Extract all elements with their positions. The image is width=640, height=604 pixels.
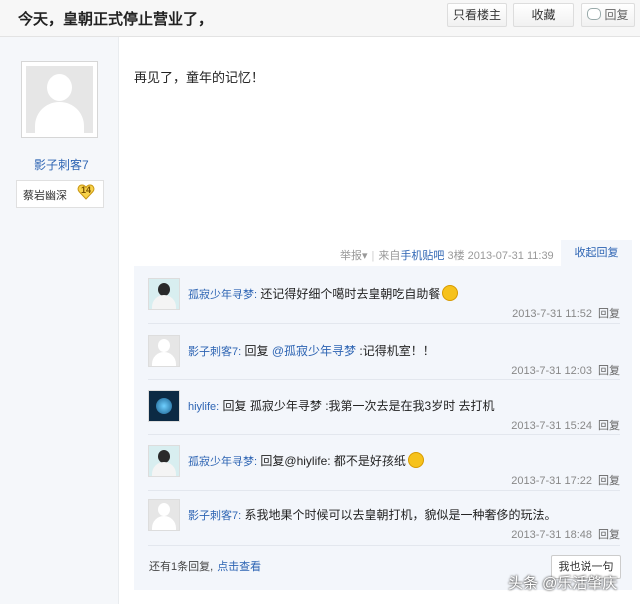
user-avatar[interactable]: [148, 335, 180, 367]
reply-author[interactable]: 影子刺客7:: [188, 346, 241, 358]
reply-button-label: 回复: [604, 8, 629, 22]
more-replies-text: 还有1条回复,: [149, 561, 214, 573]
reply-link[interactable]: 回复: [598, 420, 620, 432]
reply-text: 孤寂少年寻梦: 还记得好细个噶时去皇朝吃自助餐: [188, 285, 459, 302]
badge-level: 14: [80, 185, 91, 195]
reply-link[interactable]: 回复: [598, 475, 620, 487]
reply-body: :记得机室！！: [359, 344, 435, 358]
reply-body: 回复 孤寂少年寻梦 :我第一次去是在我3岁时 去打机: [222, 399, 495, 413]
list-item: 孤寂少年寻梦: 回复@hiylife: 都不是好孩纸 2013-7-31 17:…: [134, 433, 632, 487]
reply-prefix: 回复: [244, 344, 272, 358]
emoji-icon: [442, 285, 459, 301]
reply-meta: 2013-7-31 11:52 回复: [512, 305, 620, 321]
reply-author[interactable]: 影子刺客7:: [188, 510, 241, 522]
reply-meta: 2013-7-31 15:24 回复: [511, 417, 620, 433]
reply-time: 2013-7-31 12:03: [511, 365, 592, 377]
post-content: 再见了，童年的记忆！: [134, 70, 265, 85]
fold-replies-button[interactable]: 收起回复: [561, 240, 632, 266]
user-avatar[interactable]: [148, 390, 180, 422]
dropdown-icon[interactable]: ▾: [362, 250, 368, 262]
author-avatar[interactable]: [21, 61, 98, 138]
reply-body: 还记得好细个噶时去皇朝吃自助餐: [260, 287, 441, 301]
watermark: 头条 @乐活肇庆: [508, 575, 618, 592]
thread-header: 今天，皇朝正式停止营业了， 只看楼主 收藏 回复: [0, 0, 640, 37]
reply-link[interactable]: 回复: [598, 308, 620, 320]
list-item: 孤寂少年寻梦: 还记得好细个噶时去皇朝吃自助餐 2013-7-31 11:52 回…: [134, 266, 632, 320]
reply-author[interactable]: 孤寂少年寻梦:: [188, 456, 257, 468]
post-time: 2013-07-31 11:39: [467, 250, 554, 262]
reply-text: 影子刺客7: 系我地果个时候可以去皇朝打机，貌似是一种奢侈的玩法。: [188, 506, 557, 523]
reply-text: 影子刺客7: 回复 @孤寂少年寻梦 :记得机室！！: [188, 342, 435, 359]
source-link[interactable]: 手机贴吧: [400, 250, 444, 262]
reply-time: 2013-7-31 17:22: [511, 475, 592, 487]
view-more-link[interactable]: 点击查看: [217, 561, 261, 573]
favorite-button[interactable]: 收藏: [513, 3, 574, 27]
author-name[interactable]: 影子刺客7: [34, 156, 89, 173]
speech-bubble-icon: [587, 8, 602, 20]
reply-link[interactable]: 回复: [598, 529, 620, 541]
default-avatar-icon: [26, 66, 93, 133]
more-replies: 还有1条回复, 点击查看: [149, 558, 261, 574]
list-item: hiylife: 回复 孤寂少年寻梦 :我第一次去是在我3岁时 去打机 2013…: [134, 378, 632, 432]
user-avatar[interactable]: [148, 499, 180, 531]
divider: [148, 545, 620, 546]
user-avatar[interactable]: [148, 278, 180, 310]
user-avatar[interactable]: [148, 445, 180, 477]
source-prefix: 来自: [378, 250, 401, 262]
badge-name: 蔡岩幽深: [23, 190, 67, 202]
reply-text: hiylife: 回复 孤寂少年寻梦 :我第一次去是在我3岁时 去打机: [188, 397, 495, 414]
list-item: 影子刺客7: 系我地果个时候可以去皇朝打机，貌似是一种奢侈的玩法。 2013-7…: [134, 487, 632, 541]
reply-link[interactable]: 回复: [598, 365, 620, 377]
thread-title: 今天，皇朝正式停止营业了，: [18, 11, 214, 28]
reply-meta: 2013-7-31 12:03 回复: [511, 362, 620, 378]
level-heart-icon: 14: [77, 183, 95, 201]
reply-body: 回复@hiylife: 都不是好孩纸: [260, 454, 406, 468]
reply-meta: 2013-7-31 18:48 回复: [511, 526, 620, 542]
reply-button[interactable]: 回复: [581, 3, 635, 27]
post-meta: 举报▾ | 来自手机贴吧 3楼 2013-07-31 11:39: [340, 250, 554, 262]
only-op-button[interactable]: 只看楼主: [447, 3, 507, 27]
list-item: 影子刺客7: 回复 @孤寂少年寻梦 :记得机室！！ 2013-7-31 12:0…: [134, 323, 632, 377]
floor-number: 3楼: [447, 250, 465, 262]
reply-author[interactable]: hiylife:: [188, 401, 219, 413]
reply-time: 2013-7-31 11:52: [512, 308, 592, 320]
reply-time: 2013-7-31 15:24: [511, 420, 592, 432]
reply-time: 2013-7-31 18:48: [511, 529, 592, 541]
reply-meta: 2013-7-31 17:22 回复: [511, 472, 620, 488]
member-badge[interactable]: 蔡岩幽深 14: [16, 180, 104, 208]
reply-mention[interactable]: @孤寂少年寻梦: [272, 344, 356, 358]
emoji-icon: [407, 452, 424, 468]
reply-text: 孤寂少年寻梦: 回复@hiylife: 都不是好孩纸: [188, 452, 424, 469]
reply-body: 系我地果个时候可以去皇朝打机，貌似是一种奢侈的玩法。: [244, 508, 557, 522]
report-link[interactable]: 举报: [340, 250, 362, 262]
reply-list: 孤寂少年寻梦: 还记得好细个噶时去皇朝吃自助餐 2013-7-31 11:52 回…: [134, 266, 632, 590]
reply-author[interactable]: 孤寂少年寻梦:: [188, 289, 257, 301]
